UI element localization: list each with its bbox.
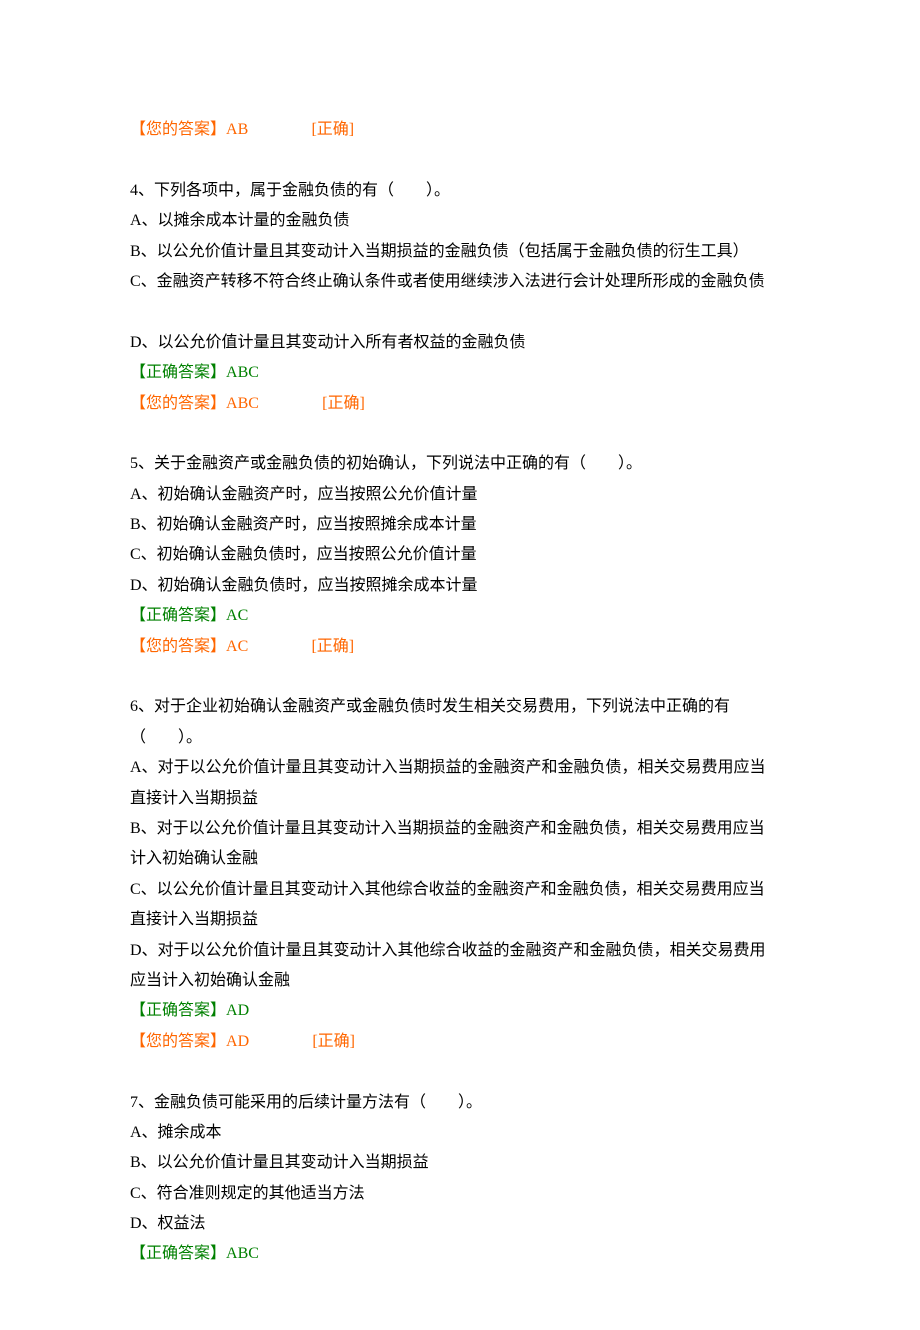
q5-option-a: A、初始确认金融资产时，应当按照公允价值计量: [130, 480, 790, 510]
q5-option-d: D、初始确认金融负债时，应当按照摊余成本计量: [130, 571, 790, 601]
q4-option-c: C、金融资产转移不符合终止确认条件或者使用继续涉入法进行会计处理所形成的金融负债: [130, 267, 790, 297]
correct-answer-label: 【正确答案】: [130, 364, 226, 381]
correct-answer-value: AD: [226, 1002, 249, 1019]
correct-answer-label: 【正确答案】: [130, 1002, 226, 1019]
q5-your-answer-row: 【您的答案】AC [正确]: [130, 632, 790, 662]
q7-correct-answer-row: 【正确答案】ABC: [130, 1239, 790, 1269]
q6-option-c-line1: C、以公允价值计量且其变动计入其他综合收益的金融资产和金融负债，相关交易费用应当: [130, 875, 790, 905]
correct-answer-value: ABC: [226, 364, 259, 381]
your-answer-value: AD: [226, 1033, 249, 1050]
q6-stem-line2: （ ）。: [130, 723, 790, 753]
answer-status: [正确]: [311, 632, 354, 662]
q7-option-d: D、权益法: [130, 1209, 790, 1239]
correct-answer-value: AC: [226, 607, 248, 624]
correct-answer-value: ABC: [226, 1245, 259, 1262]
q7-option-c: C、符合准则规定的其他适当方法: [130, 1179, 790, 1209]
answer-status: [正确]: [311, 115, 354, 145]
spacer: [130, 419, 790, 449]
q7-stem: 7、金融负债可能采用的后续计量方法有（ ）。: [130, 1088, 790, 1118]
q6-option-a-line1: A、对于以公允价值计量且其变动计入当期损益的金融资产和金融负债，相关交易费用应当: [130, 753, 790, 783]
q4-option-d: D、以公允价值计量且其变动计入所有者权益的金融负债: [130, 328, 790, 358]
q4-option-b: B、以公允价值计量且其变动计入当期损益的金融负债（包括属于金融负债的衍生工具）: [130, 237, 790, 267]
correct-answer-label: 【正确答案】: [130, 607, 226, 624]
answer-status: [正确]: [312, 1027, 355, 1057]
q4-your-answer-row: 【您的答案】ABC [正确]: [130, 389, 790, 419]
q6-stem-line1: 6、对于企业初始确认金融资产或金融负债时发生相关交易费用，下列说法中正确的有: [130, 692, 790, 722]
q6-option-d-line2: 应当计入初始确认金融: [130, 966, 790, 996]
q6-option-b-line1: B、对于以公允价值计量且其变动计入当期损益的金融资产和金融负债，相关交易费用应当: [130, 814, 790, 844]
your-answer-label: 【您的答案】: [130, 1033, 226, 1050]
q7-option-b: B、以公允价值计量且其变动计入当期损益: [130, 1148, 790, 1178]
q5-option-b: B、初始确认金融资产时，应当按照摊余成本计量: [130, 510, 790, 540]
spacer: [130, 1057, 790, 1087]
q4-correct-answer-row: 【正确答案】ABC: [130, 358, 790, 388]
q5-correct-answer-row: 【正确答案】AC: [130, 601, 790, 631]
q5-option-c: C、初始确认金融负债时，应当按照公允价值计量: [130, 540, 790, 570]
q4-option-a: A、以摊余成本计量的金融负债: [130, 206, 790, 236]
document-page: 【您的答案】AB [正确] 4、下列各项中，属于金融负债的有（ ）。 A、以摊余…: [0, 0, 920, 1330]
answer-status: [正确]: [322, 389, 365, 419]
correct-answer-label: 【正确答案】: [130, 1245, 226, 1262]
spacer: [130, 145, 790, 175]
q6-option-b-line2: 计入初始确认金融: [130, 844, 790, 874]
q6-option-a-line2: 直接计入当期损益: [130, 784, 790, 814]
q6-your-answer-row: 【您的答案】AD [正确]: [130, 1027, 790, 1057]
your-answer-label: 【您的答案】: [130, 638, 226, 655]
q3-your-answer-row: 【您的答案】AB [正确]: [130, 115, 790, 145]
your-answer-value: AC: [226, 638, 248, 655]
q4-stem: 4、下列各项中，属于金融负债的有（ ）。: [130, 176, 790, 206]
your-answer-value: ABC: [226, 395, 259, 412]
spacer: [130, 662, 790, 692]
your-answer-label: 【您的答案】: [130, 121, 226, 138]
q6-option-d-line1: D、对于以公允价值计量且其变动计入其他综合收益的金融资产和金融负债，相关交易费用: [130, 936, 790, 966]
your-answer-label: 【您的答案】: [130, 395, 226, 412]
spacer: [130, 297, 790, 327]
q7-option-a: A、摊余成本: [130, 1118, 790, 1148]
q6-correct-answer-row: 【正确答案】AD: [130, 996, 790, 1026]
q6-option-c-line2: 直接计入当期损益: [130, 905, 790, 935]
q5-stem: 5、关于金融资产或金融负债的初始确认，下列说法中正确的有（ ）。: [130, 449, 790, 479]
your-answer-value: AB: [226, 121, 248, 138]
